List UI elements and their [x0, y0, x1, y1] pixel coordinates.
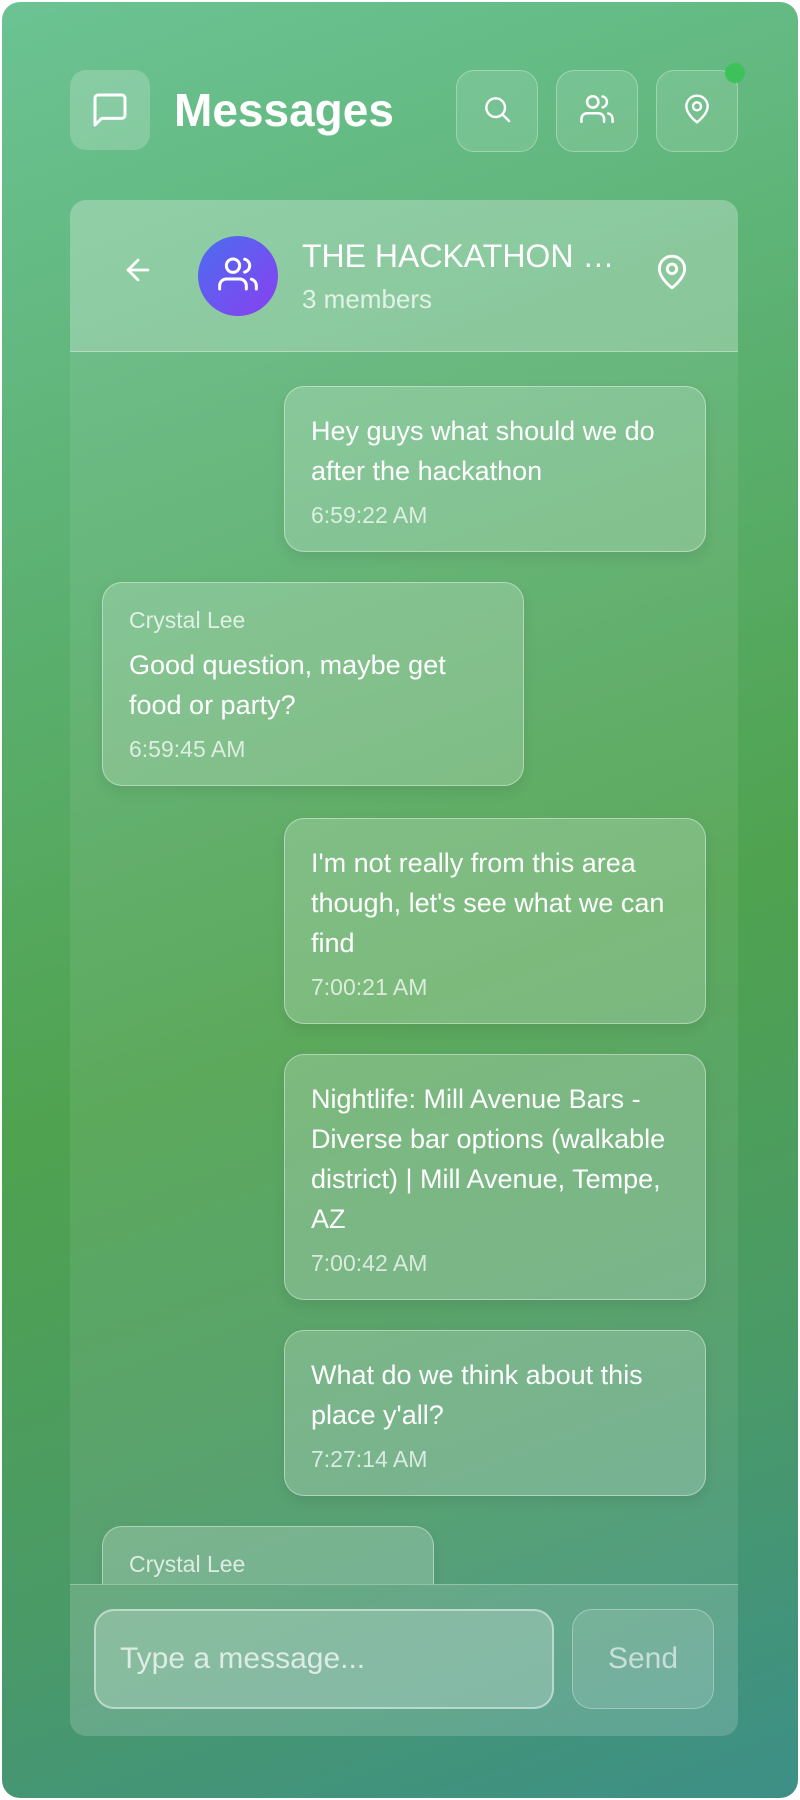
- message-text: What do we think about this place y'all?: [311, 1360, 643, 1430]
- message-input[interactable]: [94, 1609, 554, 1709]
- search-icon: [481, 93, 513, 130]
- chat-header: THE HACKATHON … 3 members: [70, 200, 738, 352]
- page-title: Messages: [174, 84, 394, 136]
- search-button[interactable]: [456, 70, 538, 152]
- avatar[interactable]: [198, 236, 278, 316]
- map-pin-icon: [653, 253, 691, 296]
- message-time: 7:00:21 AM: [311, 974, 428, 1000]
- location-button[interactable]: [656, 63, 745, 152]
- share-location-button[interactable]: [650, 252, 694, 296]
- message-bubble: Crystal Lee: [102, 1526, 434, 1584]
- message-text: Good question, maybe get food or party?: [129, 650, 446, 720]
- message-bubble: Nightlife: Mill Avenue Bars - Diverse ba…: [284, 1054, 706, 1300]
- arrow-left-icon: [121, 253, 155, 292]
- message-text: Nightlife: Mill Avenue Bars - Diverse ba…: [311, 1084, 666, 1234]
- back-button[interactable]: [118, 252, 158, 292]
- message-bubble: Crystal Lee Good question, maybe get foo…: [102, 582, 524, 786]
- app-header: Messages: [70, 63, 745, 152]
- online-status-dot: [725, 63, 745, 83]
- message-list[interactable]: Hey guys what should we do after the hac…: [70, 352, 738, 1584]
- message-sender: Crystal Lee: [129, 607, 246, 633]
- users-icon: [218, 254, 258, 299]
- users-icon: [580, 92, 614, 131]
- message-bubble: What do we think about this place y'all?…: [284, 1330, 706, 1496]
- message-text: I'm not really from this area though, le…: [311, 848, 665, 958]
- message-text: Hey guys what should we do after the hac…: [311, 416, 655, 486]
- users-button[interactable]: [556, 70, 638, 152]
- member-count: 3 members: [302, 284, 433, 314]
- send-button[interactable]: Send: [572, 1609, 714, 1709]
- map-pin-icon: [681, 93, 713, 130]
- message-bubble: Hey guys what should we do after the hac…: [284, 386, 706, 552]
- message-time: 7:00:42 AM: [311, 1250, 428, 1276]
- message-square-icon: [70, 70, 150, 150]
- chat-panel: THE HACKATHON … 3 members Hey guys what …: [70, 200, 738, 1736]
- message-time: 6:59:45 AM: [129, 736, 246, 762]
- message-sender: Crystal Lee: [129, 1551, 246, 1577]
- messages-app: Messages THE HACKATHON … 3 members Hey g…: [2, 2, 798, 1798]
- chat-title[interactable]: THE HACKATHON …: [302, 236, 622, 276]
- message-composer: Send: [70, 1584, 738, 1736]
- message-bubble: I'm not really from this area though, le…: [284, 818, 706, 1024]
- message-time: 7:27:14 AM: [311, 1446, 428, 1472]
- message-time: 6:59:22 AM: [311, 502, 428, 528]
